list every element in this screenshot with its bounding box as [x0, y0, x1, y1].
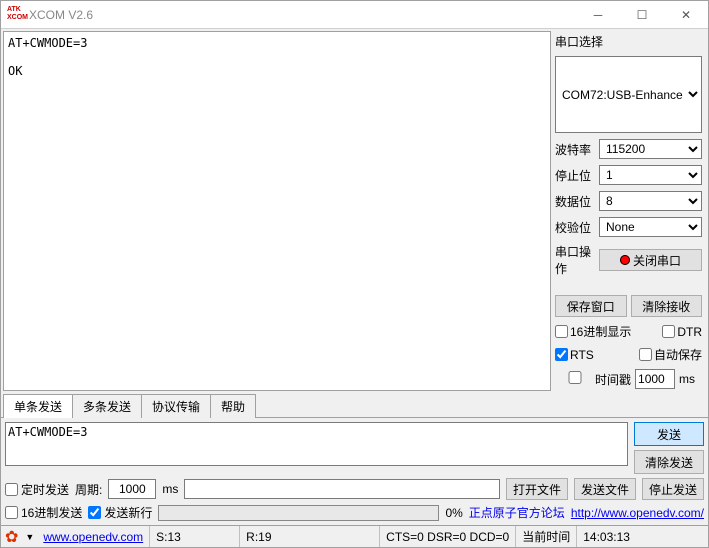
tab-protocol[interactable]: 协议传输	[141, 394, 211, 418]
port-status-icon	[620, 255, 630, 265]
stop-send-button[interactable]: 停止发送	[642, 478, 704, 500]
dtr-checkbox[interactable]: DTR	[662, 325, 702, 339]
serial-settings-panel: 串口选择 COM72:USB-Enhanced-SE 波特率115200 停止位…	[553, 29, 708, 393]
send-newline-checkbox[interactable]: 发送新行	[88, 504, 152, 521]
period-label: 周期:	[75, 481, 102, 498]
settings-dropdown-icon[interactable]: ▼	[22, 532, 37, 542]
close-button[interactable]: ✕	[664, 1, 708, 29]
parity-label: 校验位	[555, 219, 595, 236]
receive-textarea[interactable]: AT+CWMODE=3 OK	[3, 31, 551, 391]
sent-count: S:13	[150, 526, 240, 547]
maximize-button[interactable]: ☐	[620, 1, 664, 29]
autosave-checkbox[interactable]: 自动保存	[639, 346, 702, 363]
clear-send-button[interactable]: 清除发送	[634, 450, 704, 474]
send-textarea[interactable]: AT+CWMODE=3	[5, 422, 628, 466]
time-value: 14:03:13	[577, 526, 636, 547]
send-button[interactable]: 发送	[634, 422, 704, 446]
open-file-button[interactable]: 打开文件	[506, 478, 568, 500]
time-label: 当前时间	[516, 526, 577, 547]
status-bar: ✿ ▼ www.openedv.com S:13 R:19 CTS=0 DSR=…	[1, 525, 708, 547]
website-link[interactable]: www.openedv.com	[37, 526, 150, 547]
tx-panel: AT+CWMODE=3 发送 清除发送 定时发送 周期: ms 打开文件 发送文…	[1, 418, 708, 525]
titlebar: ATK XCOM XCOM V2.6 ─ ☐ ✕	[1, 1, 708, 29]
hex-send-checkbox[interactable]: 16进制发送	[5, 504, 82, 521]
settings-icon[interactable]: ✿	[1, 527, 22, 547]
send-file-button[interactable]: 发送文件	[574, 478, 636, 500]
progress-bar	[158, 505, 439, 521]
ms-unit: ms	[679, 372, 695, 386]
data-label: 数据位	[555, 193, 595, 210]
tab-help[interactable]: 帮助	[210, 394, 256, 418]
parity-select[interactable]: None	[599, 217, 702, 237]
period-unit: ms	[162, 482, 178, 496]
timestamp-checkbox[interactable]: 时间戳	[555, 371, 631, 388]
timed-send-checkbox[interactable]: 定时发送	[5, 481, 69, 498]
progress-text: 0%	[445, 506, 462, 520]
stop-select[interactable]: 1	[599, 165, 702, 185]
forum-link[interactable]: http://www.openedv.com/	[571, 506, 704, 520]
port-label: 串口选择	[555, 33, 702, 50]
baud-label: 波特率	[555, 141, 595, 158]
window-title: XCOM V2.6	[29, 8, 576, 22]
data-select[interactable]: 8	[599, 191, 702, 211]
tab-multi-send[interactable]: 多条发送	[72, 394, 142, 418]
file-path-input[interactable]	[184, 479, 500, 499]
app-logo: ATK XCOM	[7, 6, 25, 24]
save-window-button[interactable]: 保存窗口	[555, 295, 627, 317]
rts-checkbox[interactable]: RTS	[555, 348, 594, 362]
minimize-button[interactable]: ─	[576, 1, 620, 29]
tab-single-send[interactable]: 单条发送	[3, 394, 73, 418]
hex-display-checkbox[interactable]: 16进制显示	[555, 323, 631, 340]
recv-count: R:19	[240, 526, 380, 547]
baud-select[interactable]: 115200	[599, 139, 702, 159]
period-input[interactable]	[108, 479, 156, 499]
port-select[interactable]: COM72:USB-Enhanced-SE	[555, 56, 702, 133]
op-label: 串口操作	[555, 243, 595, 277]
stop-label: 停止位	[555, 167, 595, 184]
toggle-port-button[interactable]: 关闭串口	[599, 249, 702, 271]
timestamp-interval-input[interactable]	[635, 369, 675, 389]
forum-text: 正点原子官方论坛	[469, 504, 565, 521]
tx-tabs: 单条发送 多条发送 协议传输 帮助	[1, 393, 708, 418]
line-status: CTS=0 DSR=0 DCD=0	[380, 526, 516, 547]
clear-receive-button[interactable]: 清除接收	[631, 295, 703, 317]
